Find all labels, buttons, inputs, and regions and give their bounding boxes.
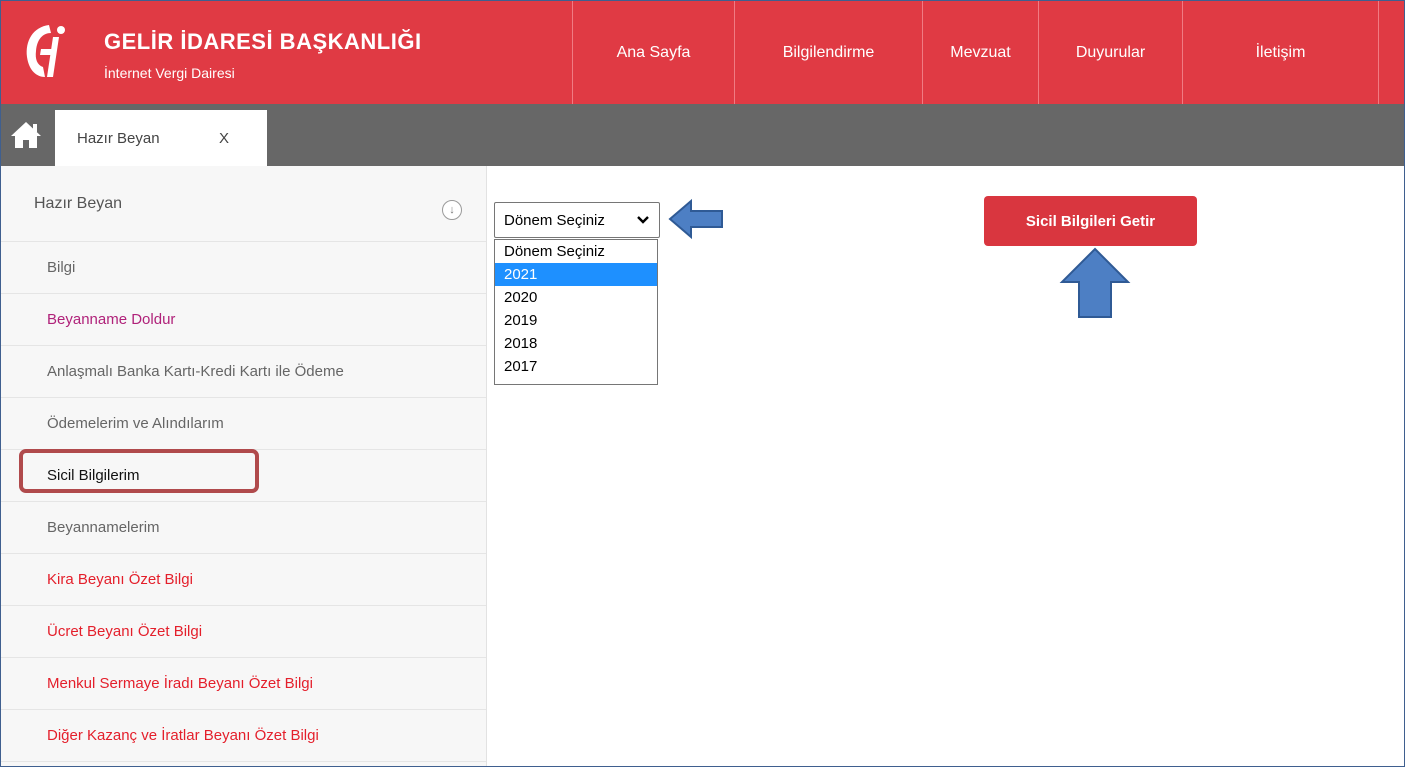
app-frame: GELİR İDARESİ BAŞKANLIĞI İnternet Vergi … — [0, 0, 1405, 767]
tab-close-button[interactable]: X — [219, 130, 229, 147]
nav-iletisim[interactable]: İletişim — [1182, 1, 1379, 104]
nav-ana-sayfa[interactable]: Ana Sayfa — [572, 1, 734, 104]
gib-logo-icon[interactable] — [19, 23, 67, 79]
home-icon — [11, 122, 41, 148]
nav-mevzuat[interactable]: Mevzuat — [922, 1, 1038, 104]
sidebar-heading-label: Hazır Beyan — [34, 194, 123, 212]
arrow-up-annotation-icon — [1059, 247, 1131, 318]
period-option[interactable]: 2020 — [495, 286, 657, 309]
period-select-value: Dönem Seçiniz — [504, 211, 605, 229]
brand-subtitle: İnternet Vergi Dairesi — [104, 65, 235, 81]
sidebar-item-label: Beyannamelerim — [47, 519, 160, 536]
sidebar-item-menkul-sermaye[interactable]: Menkul Sermaye İradı Beyanı Özet Bilgi — [1, 658, 486, 710]
period-option[interactable]: 2017 — [495, 355, 657, 378]
tab-label: Hazır Beyan — [77, 129, 160, 147]
period-select[interactable]: Dönem Seçiniz — [494, 202, 660, 238]
sidebar-heading: Hazır Beyan ↓ — [1, 166, 486, 242]
sidebar-item-label: Beyanname Doldur — [47, 311, 176, 328]
sidebar-item-beyanname-doldur[interactable]: Beyanname Doldur — [1, 294, 486, 346]
tab-hazir-beyan[interactable]: Hazır Beyan X — [55, 110, 267, 166]
collapse-down-icon[interactable]: ↓ — [442, 200, 462, 220]
sidebar-item-banka-karti-odeme[interactable]: Anlaşmalı Banka Kartı-Kredi Kartı ile Öd… — [1, 346, 486, 398]
sidebar-item-label: Ücret Beyanı Özet Bilgi — [47, 623, 203, 640]
sidebar-item-ucret-beyani[interactable]: Ücret Beyanı Özet Bilgi — [1, 606, 486, 658]
sidebar-item-label: Bilgi — [47, 259, 76, 276]
arrow-left-annotation-icon — [668, 198, 723, 240]
period-option[interactable]: 2019 — [495, 309, 657, 332]
sicil-bilgileri-getir-button[interactable]: Sicil Bilgileri Getir — [984, 196, 1197, 246]
sidebar-item-label: Diğer Kazanç ve İratlar Beyanı Özet Bilg… — [47, 727, 319, 744]
tab-bar: Hazır Beyan X — [1, 104, 1404, 166]
nav-bilgilendirme[interactable]: Bilgilendirme — [734, 1, 922, 104]
sidebar-item-odemelerim[interactable]: Ödemelerim ve Alındılarım — [1, 398, 486, 450]
nav-duyurular[interactable]: Duyurular — [1038, 1, 1182, 104]
sidebar-item-beyannamelerim[interactable]: Beyannamelerim — [1, 502, 486, 554]
sidebar-item-kira-beyani[interactable]: Kira Beyanı Özet Bilgi — [1, 554, 486, 606]
site-header: GELİR İDARESİ BAŞKANLIĞI İnternet Vergi … — [1, 1, 1404, 104]
highlight-annotation — [19, 449, 259, 493]
period-option[interactable]: 2018 — [495, 332, 657, 355]
period-option-selected[interactable]: 2021 — [495, 263, 657, 286]
sidebar-item-label: Ödemelerim ve Alındılarım — [47, 415, 224, 432]
sidebar-item-label: Menkul Sermaye İradı Beyanı Özet Bilgi — [47, 675, 313, 692]
period-options-list: Dönem Seçiniz 2021 2020 2019 2018 2017 — [494, 239, 658, 385]
main-nav: Ana Sayfa Bilgilendirme Mevzuat Duyurula… — [572, 1, 1379, 104]
sidebar-item-diger-kazanc[interactable]: Diğer Kazanç ve İratlar Beyanı Özet Bilg… — [1, 710, 486, 762]
sidebar-item-label: Anlaşmalı Banka Kartı-Kredi Kartı ile Öd… — [47, 363, 344, 380]
sidebar-item-label: Kira Beyanı Özet Bilgi — [47, 571, 193, 588]
brand-title: GELİR İDARESİ BAŞKANLIĞI — [104, 29, 422, 54]
period-option[interactable]: Dönem Seçiniz — [495, 240, 657, 263]
home-button[interactable] — [1, 104, 51, 166]
chevron-down-icon — [637, 216, 649, 224]
sidebar-item-bilgi[interactable]: Bilgi — [1, 242, 486, 294]
